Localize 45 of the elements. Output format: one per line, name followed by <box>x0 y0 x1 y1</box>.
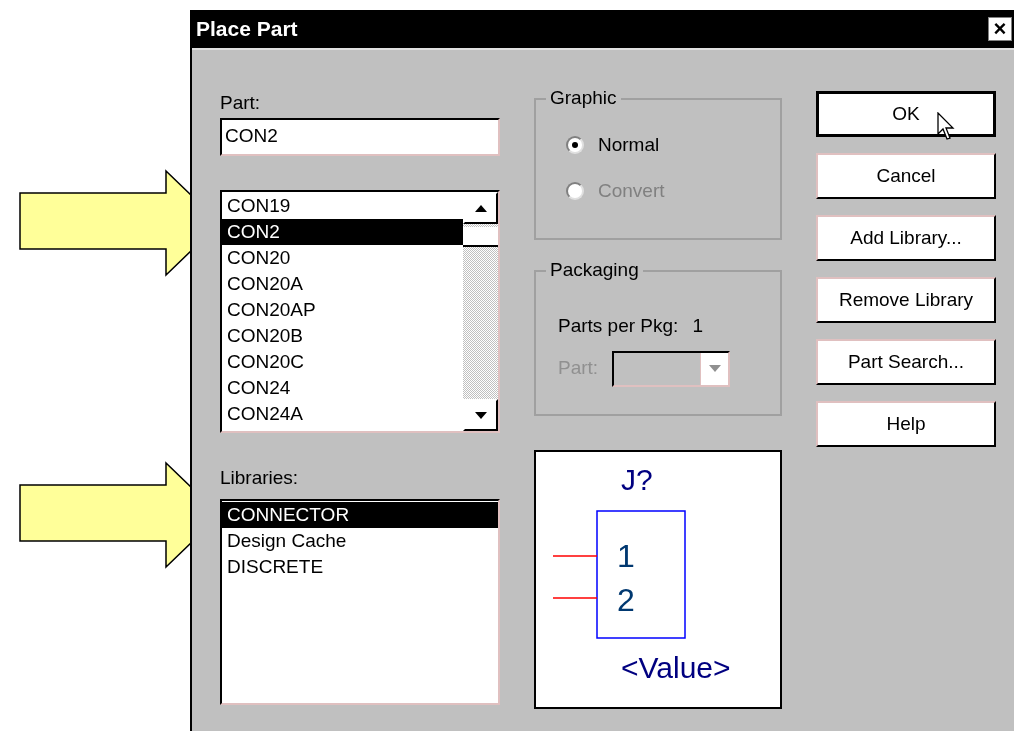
pin-number: 2 <box>617 582 635 618</box>
dialog-button[interactable]: Add Library... <box>816 215 996 261</box>
window-title: Place Part <box>196 16 298 43</box>
field-label: Part: <box>220 91 262 115</box>
pin-number: 1 <box>617 538 635 574</box>
pin-line <box>552 597 598 599</box>
dialog-button[interactable]: Part Search... <box>816 339 996 385</box>
list-item[interactable]: CON20AP <box>222 297 463 323</box>
dialog-button[interactable]: OK <box>816 91 996 137</box>
down-arrow-icon <box>474 411 487 419</box>
part-dropdown[interactable] <box>612 350 731 387</box>
list-item[interactable]: CON20A <box>222 271 463 297</box>
library-item[interactable]: CONNECTOR <box>222 502 498 528</box>
list-item[interactable]: CON24 <box>222 375 463 401</box>
part-input-field[interactable]: CON2 <box>220 118 500 156</box>
list-label: Libraries: <box>220 466 300 490</box>
library-item[interactable]: DISCRETE <box>222 554 498 580</box>
dialog-button[interactable]: Help <box>816 401 996 447</box>
close-button[interactable]: × <box>988 17 1012 41</box>
scroll-thumb[interactable] <box>463 227 498 247</box>
parts-list[interactable]: CON19 CON2 CON20 CON20A CON20AP CON20B CON20C CON24 CON24A <box>220 190 500 433</box>
parts-per-pkg-value: 1 <box>692 314 703 338</box>
radio-label: Convert <box>598 178 665 203</box>
dialog-button[interactable]: Remove Library <box>816 277 996 323</box>
list-item[interactable]: CON20 <box>222 245 463 271</box>
up-arrow-icon <box>474 204 487 212</box>
scroll-up-button[interactable] <box>463 192 498 224</box>
scroll-down-button[interactable] <box>463 399 498 431</box>
list-item[interactable]: CON2 <box>222 219 463 245</box>
mouse-cursor-icon <box>937 112 957 142</box>
scrollbar[interactable] <box>463 192 498 431</box>
list-item[interactable]: CON20B <box>222 323 463 349</box>
dropdown-arrow-icon <box>708 365 721 372</box>
list-item[interactable]: CON24A <box>222 401 463 427</box>
library-item[interactable]: Design Cache <box>222 528 498 554</box>
libraries-list[interactable]: CONNECTOR Design Cache DISCRETE <box>220 499 500 705</box>
value-label: <Value> <box>621 651 731 684</box>
parts-per-pkg-label: Parts per Pkg: <box>558 314 679 338</box>
list-item[interactable]: CON19 <box>222 193 463 219</box>
pin-line <box>552 555 598 557</box>
list-item[interactable]: CON20C <box>222 349 463 375</box>
radio-label: Normal <box>598 132 660 157</box>
reference-label: J? <box>621 463 653 496</box>
dialog-button[interactable]: Cancel <box>816 153 996 199</box>
radio-button[interactable] <box>566 136 584 154</box>
